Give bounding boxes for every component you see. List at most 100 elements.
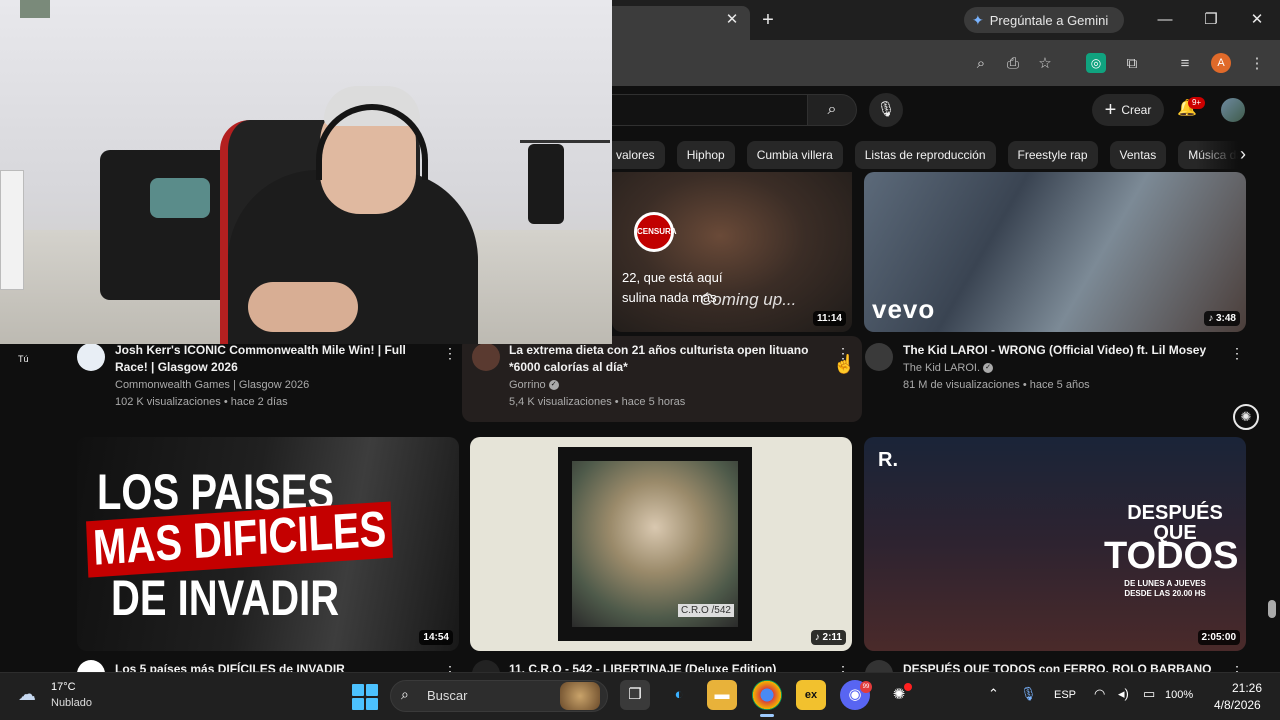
create-button[interactable]: + Crear — [1092, 94, 1164, 126]
clock-time[interactable]: 21:26 — [1232, 681, 1262, 695]
person-hands — [248, 282, 358, 332]
chevron-right-icon[interactable]: › — [1230, 141, 1256, 169]
verified-check-icon: ✓ — [983, 363, 994, 374]
bookmark-star-icon[interactable]: ☆ — [1034, 53, 1056, 75]
extensions-puzzle-icon[interactable]: ⧉ — [1121, 53, 1143, 75]
show-title-line-2: TODOS — [1104, 535, 1239, 577]
more-options-icon[interactable]: ⋮ — [1230, 344, 1244, 362]
blanket — [150, 178, 210, 218]
thumbnail-text-line-3: DE INVADIR — [111, 571, 340, 627]
video-thumbnail-invadir[interactable]: LOS PAISES MAS DIFICILES DE INVADIR 14:5… — [77, 437, 459, 651]
chip-freestyle-rap[interactable]: Freestyle rap — [1007, 141, 1098, 169]
chip-ventas[interactable]: Ventas — [1109, 141, 1167, 169]
gemini-button[interactable]: ✦ Pregúntale a Gemini — [964, 7, 1124, 33]
edge-icon[interactable]: ◐ — [664, 680, 694, 710]
video-title[interactable]: The Kid LAROI - WRONG (Official Video) f… — [903, 342, 1223, 359]
channel-name-text: Gorrino — [509, 379, 546, 391]
filter-chip-bar: valores Hiphop Cumbia villera Listas de … — [600, 141, 1280, 169]
gemini-sparkle-icon: ✦ — [972, 11, 984, 28]
wall-picture — [20, 0, 50, 18]
file-explorer-icon[interactable]: ▬ — [707, 680, 737, 710]
chatgpt-floating-icon[interactable]: ✺ — [1233, 404, 1259, 430]
video-thumbnail-laroi[interactable]: vevo ♪ 3:48 — [864, 172, 1246, 332]
clock-date[interactable]: 4/8/2026 — [1214, 698, 1261, 712]
show-schedule: DE LUNES A JUEVES DESDE LAS 20.00 HS — [1124, 579, 1206, 598]
vevo-logo: vevo — [872, 294, 936, 324]
album-label: C.R.O /542 — [677, 604, 734, 617]
youtube-account-avatar[interactable] — [1221, 98, 1245, 122]
mouse-pointer-icon: ☝ — [833, 354, 856, 374]
weather-temperature[interactable]: 17°C — [51, 681, 76, 693]
chrome-icon[interactable] — [752, 680, 782, 710]
battery-percent[interactable]: 100% — [1165, 689, 1193, 701]
close-window-icon[interactable]: ✕ — [1242, 8, 1272, 32]
discord-notification-badge: 99 — [860, 681, 872, 693]
coming-up-text: Coming up... — [700, 290, 797, 309]
windows-start-icon[interactable] — [352, 684, 378, 710]
heater — [0, 170, 24, 290]
channel-name[interactable]: The Kid LAROI. ✓ — [903, 360, 994, 377]
plus-icon: + — [1104, 99, 1117, 121]
taskbar-search-placeholder[interactable]: Buscar — [427, 688, 467, 703]
channel-avatar-laroi[interactable] — [865, 343, 893, 371]
exnews-app-icon[interactable]: ex — [796, 680, 826, 710]
duration-badge: 11:14 — [812, 311, 846, 326]
tab-close-icon[interactable]: ✕ — [722, 10, 742, 30]
chip-cumbia-villera[interactable]: Cumbia villera — [746, 141, 843, 169]
profile-avatar[interactable]: A — [1211, 53, 1231, 73]
video-thumbnail-despues[interactable]: R. DESPUÉS QUE TODOS DE LUNES A JUEVES D… — [864, 437, 1246, 651]
page-scrollbar[interactable] — [1268, 600, 1276, 618]
recording-indicator — [904, 683, 912, 691]
video-stats: 5,4 K visualizaciones • hace 5 horas — [509, 396, 686, 408]
reading-list-icon[interactable]: ≡ — [1174, 53, 1196, 75]
channel-name[interactable]: Commonwealth Games | Glasgow 2026 — [115, 377, 309, 394]
cloud-icon[interactable]: ☁ — [18, 684, 44, 704]
new-tab-button[interactable]: + — [758, 10, 778, 30]
video-thumbnail-dieta[interactable]: CENSURA 22, que está aquí sulina nada má… — [612, 172, 852, 332]
microphone-icon[interactable]: 🎙 — [1020, 686, 1037, 702]
active-app-indicator — [760, 714, 774, 717]
wifi-icon[interactable]: ◠ — [1094, 686, 1105, 702]
video-thumbnail-cro[interactable]: C.R.O /542 ♪ 2:11 — [470, 437, 852, 651]
channel-name[interactable]: Gorrino ✓ — [509, 377, 559, 394]
task-view-icon[interactable]: ❐ — [620, 680, 650, 710]
webcam-overlay — [0, 0, 612, 344]
channel-avatar-gorrino[interactable] — [472, 343, 500, 371]
duration-badge: 2:05:00 — [1197, 630, 1240, 645]
channel-name-text: The Kid LAROI. — [903, 362, 981, 374]
microphone-icon[interactable]: 🎙 — [869, 93, 903, 127]
channel-logo: R. — [878, 449, 898, 471]
weather-description[interactable]: Nublado — [51, 697, 92, 709]
chrome-menu-icon[interactable]: ⋮ — [1246, 53, 1268, 75]
chatgpt-extension-icon[interactable]: ◎ — [1086, 53, 1106, 73]
zoom-icon[interactable]: ⌕ — [970, 53, 992, 75]
chevron-up-icon[interactable]: ⌃ — [988, 686, 999, 702]
chip-hiphop[interactable]: Hiphop — [676, 141, 735, 169]
search-highlight-art[interactable] — [560, 682, 600, 710]
chip-listas-reproduccion[interactable]: Listas de reproducción — [854, 141, 996, 169]
duration-badge: ♪ 3:48 — [1204, 311, 1240, 326]
restore-icon[interactable]: ❐ — [1196, 8, 1226, 32]
channel-avatar-commonwealth[interactable] — [77, 343, 105, 371]
install-app-icon[interactable]: ⎙ — [1002, 53, 1024, 75]
more-options-icon[interactable]: ⋮ — [443, 344, 457, 362]
minimize-icon[interactable]: — — [1150, 8, 1180, 32]
duration-badge: ♪ 2:11 — [810, 630, 846, 645]
sidebar-item-tu[interactable]: Tú — [18, 354, 29, 364]
album-art — [572, 461, 738, 627]
duration-badge: 14:54 — [419, 630, 453, 645]
video-title[interactable]: La extrema dieta con 21 años culturista … — [509, 342, 819, 376]
battery-icon[interactable]: ▭ — [1143, 686, 1155, 702]
create-label: Crear — [1121, 103, 1152, 117]
video-title[interactable]: Josh Kerr's ICONIC Commonwealth Mile Win… — [115, 342, 440, 376]
censura-sticker: CENSURA — [634, 212, 677, 252]
search-icon[interactable]: ⌕ — [807, 94, 857, 126]
hanging-clothes — [528, 144, 564, 224]
verified-check-icon: ✓ — [548, 380, 559, 391]
volume-icon[interactable]: ◂) — [1118, 686, 1129, 702]
video-stats: 102 K visualizaciones • hace 2 días — [115, 396, 288, 408]
thumbnail-caption-1: 22, que está aquí — [622, 270, 723, 285]
album-cover: C.R.O /542 — [558, 447, 752, 641]
input-language[interactable]: ESP — [1054, 689, 1076, 701]
video-stats: 81 M de visualizaciones • hace 5 años — [903, 379, 1090, 391]
